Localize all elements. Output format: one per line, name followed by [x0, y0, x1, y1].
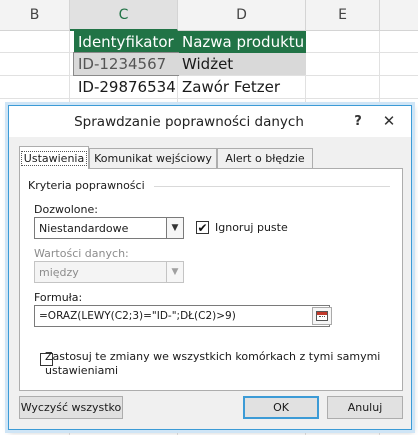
close-icon[interactable]: ✕ [379, 111, 399, 131]
cell-d3[interactable]: Zawór Fetzer [178, 76, 306, 98]
validation-criteria-label: Kryteria poprawności [28, 179, 149, 192]
cell-c3[interactable]: ID-29876534 [74, 76, 178, 98]
data-dropdown[interactable]: między ▼ [34, 261, 184, 283]
ok-button[interactable]: OK [243, 396, 319, 419]
column-header-next[interactable] [380, 0, 418, 31]
tab-settings[interactable]: Ustawienia [19, 146, 89, 169]
chevron-down-icon[interactable]: ▼ [166, 262, 183, 282]
allow-dropdown[interactable]: Niestandardowe ▼ [34, 217, 184, 239]
help-icon[interactable]: ? [349, 112, 367, 130]
cell-c1-header[interactable]: Identyfikator [74, 31, 178, 53]
cell-c2[interactable]: ID-1234567 [73, 52, 179, 76]
grid-line [0, 98, 418, 99]
tab-input-message[interactable]: Komunikat wejściowy [89, 148, 217, 168]
column-header-b[interactable]: B [0, 0, 70, 31]
data-label: Wartości danych: [34, 247, 129, 260]
apply-all-label[interactable]: Zastosuj te zmiany we wszystkich komórka… [45, 350, 395, 378]
allow-label: Dozwolone: [34, 203, 98, 216]
column-header-e[interactable]: E [306, 0, 380, 31]
ignore-blank-label[interactable]: Ignoruj puste [215, 221, 288, 234]
collapse-dialog-icon [316, 311, 328, 321]
range-selector-button[interactable] [312, 307, 332, 325]
cancel-button[interactable]: Anuluj [327, 396, 403, 419]
tab-settings-label: Ustawienia [20, 150, 88, 166]
tab-error-alert[interactable]: Alert o błędzie [217, 148, 313, 168]
allow-dropdown-value: Niestandardowe [39, 221, 129, 235]
cell-d2[interactable]: Widżet [178, 53, 306, 75]
column-header-c[interactable]: C [70, 0, 178, 31]
formula-input[interactable]: =ORAZ(LEWY(C2;3)="ID-";DŁ(C2)>9) [34, 305, 330, 327]
column-header-d[interactable]: D [178, 0, 306, 31]
ignore-blank-checkbox[interactable]: ✔ [196, 221, 209, 234]
data-dropdown-value: między [39, 265, 79, 279]
clear-all-button[interactable]: Wyczyść wszystko [19, 396, 123, 419]
dialog-titlebar[interactable]: Sprawdzanie poprawności danych ? ✕ [9, 106, 411, 137]
dialog-title: Sprawdzanie poprawności danych [74, 113, 304, 130]
formula-label: Formuła: [34, 291, 83, 304]
group-divider [154, 186, 390, 187]
cell-d1-header[interactable]: Nazwa produktu [178, 31, 306, 53]
chevron-down-icon[interactable]: ▼ [166, 218, 183, 238]
data-validation-dialog: Sprawdzanie poprawności danych ? ✕ Ustaw… [8, 105, 412, 430]
